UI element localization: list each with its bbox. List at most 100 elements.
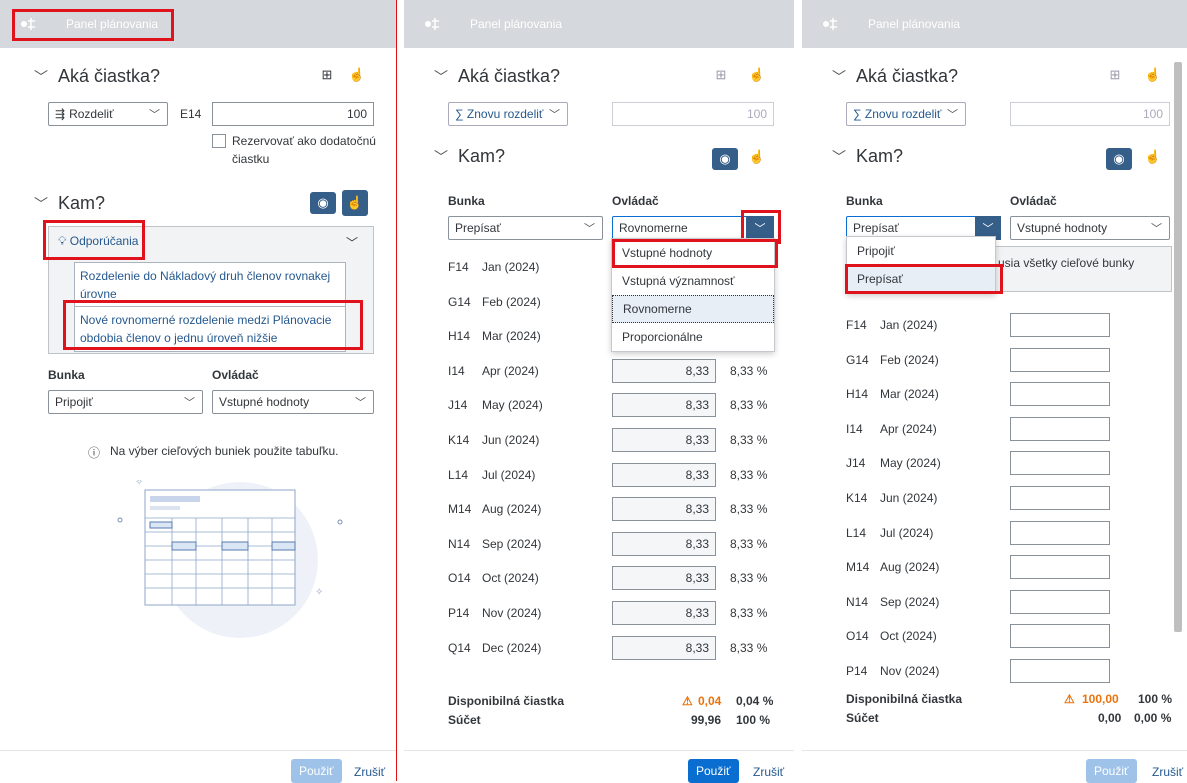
row-cell-ref: H14 xyxy=(846,387,869,402)
menu-item[interactable]: Proporcionálne xyxy=(612,323,774,351)
cancel-button[interactable]: Zrušiť xyxy=(753,765,784,779)
cancel-button[interactable]: Zrušiť xyxy=(354,765,385,779)
scrollbar[interactable] xyxy=(1174,62,1182,632)
amount-input[interactable]: 100 xyxy=(1010,102,1170,126)
row-period: Jul (2024) xyxy=(880,525,934,540)
method-select[interactable]: ⇶ Rozdeliť ﹀ xyxy=(48,102,168,126)
warning-icon: ⚠ xyxy=(682,694,693,708)
row-value-input[interactable]: 8,33 xyxy=(612,393,716,418)
row-cell-ref: O14 xyxy=(448,571,471,586)
row-cell-ref: I14 xyxy=(846,421,863,436)
pointer-icon[interactable]: ☝ xyxy=(342,190,368,216)
row-cell-ref: M14 xyxy=(846,560,870,575)
row-value-input[interactable]: 8,33 xyxy=(612,497,716,522)
section-what[interactable]: ﹀ Aká čiastka? xyxy=(434,66,560,87)
table-icon[interactable]: ⊞ xyxy=(314,64,340,86)
row-value-input[interactable] xyxy=(1010,624,1110,649)
pointer-icon[interactable]: ☝ xyxy=(1140,146,1166,168)
apply-button[interactable]: Použiť xyxy=(688,759,739,783)
row-value-input[interactable] xyxy=(1010,486,1110,510)
row-value-input[interactable] xyxy=(1010,555,1110,580)
cell-label: Bunka xyxy=(448,194,485,208)
table-icon[interactable]: ⊞ xyxy=(1102,64,1128,86)
cell-ref: E14 xyxy=(180,107,202,121)
cell-select[interactable]: Pripojiť ﹀ xyxy=(48,390,203,414)
section-what[interactable]: ﹀ Aká čiastka? xyxy=(34,66,160,87)
section-what[interactable]: ﹀ Aká čiastka? xyxy=(832,66,958,87)
row-period: Oct (2024) xyxy=(482,571,539,586)
menu-item-selected[interactable]: Rovnomerne xyxy=(612,295,774,323)
panel-header: Panel plánovania xyxy=(404,0,794,48)
row-value-input[interactable] xyxy=(1010,382,1110,407)
row-cell-ref: J14 xyxy=(448,398,468,413)
apply-button[interactable]: Použiť xyxy=(1086,759,1137,783)
row-cell-ref: G14 xyxy=(448,294,471,309)
row-value-input[interactable]: 8,33 xyxy=(612,635,716,660)
eye-icon[interactable]: ◉ xyxy=(1106,148,1132,170)
row-pct: 8,33 % xyxy=(730,467,768,482)
row-period: Feb (2024) xyxy=(482,294,541,309)
footer xyxy=(404,750,794,751)
row-cell-ref: F14 xyxy=(846,318,867,332)
row-cell-ref: F14 xyxy=(448,260,469,274)
highlight-box xyxy=(43,220,145,260)
section-title: Kam? xyxy=(458,146,506,166)
row-cell-ref: P14 xyxy=(846,664,868,678)
driver-select[interactable]: Vstupné hodnoty ﹀ xyxy=(212,390,374,414)
row-pct: 8,33 % xyxy=(730,606,768,620)
row-period: Nov (2024) xyxy=(482,606,542,620)
row-value-input[interactable] xyxy=(1010,347,1110,372)
row-value-input[interactable] xyxy=(1010,416,1110,441)
eye-icon[interactable]: ◉ xyxy=(712,148,738,170)
pointer-icon[interactable]: ☝ xyxy=(1140,64,1166,86)
row-value-input[interactable] xyxy=(1010,589,1110,614)
sum-label: Súčet xyxy=(448,713,481,727)
section-title: Kam? xyxy=(58,193,106,213)
available-pct: 100 % xyxy=(1138,692,1173,706)
apply-button[interactable]: Použiť xyxy=(291,759,342,783)
reserve-checkbox[interactable] xyxy=(212,134,226,148)
cancel-button[interactable]: Zrušiť xyxy=(1152,765,1183,779)
section-where[interactable]: ﹀ Kam? xyxy=(434,146,505,167)
row-period: Aug (2024) xyxy=(482,502,542,517)
menu-item[interactable]: Pripojiť xyxy=(847,237,995,265)
available-pct: 0,04 % xyxy=(736,694,774,708)
row-value-input[interactable]: 8,33 xyxy=(612,358,716,383)
pointer-icon[interactable]: ☝ xyxy=(344,64,370,86)
planning-panel-3: Panel plánovania ﹀ Aká čiastka? ⊞ ☝ ∑ Zno… xyxy=(802,0,1187,783)
cell-select[interactable]: Prepísať ﹀ xyxy=(448,216,603,240)
highlight-box xyxy=(63,300,363,350)
row-value-input[interactable]: 8,33 xyxy=(612,566,716,591)
driver-value: Rovnomerne xyxy=(619,221,688,235)
chevron-down-icon[interactable]: ﹀ xyxy=(346,234,358,251)
row-value-input[interactable]: 8,33 xyxy=(612,428,716,452)
method-select[interactable]: ∑ Znovu rozdeliť ﹀ xyxy=(846,102,966,126)
footer xyxy=(0,750,396,751)
amount-input[interactable]: 100 xyxy=(612,102,774,126)
pointer-icon[interactable]: ☝ xyxy=(744,64,770,86)
amount-input[interactable]: 100 xyxy=(212,102,374,126)
pointer-icon[interactable]: ☝ xyxy=(744,146,770,168)
section-where[interactable]: ﹀ Kam? xyxy=(832,146,903,167)
menu-item[interactable]: Vstupná významnosť xyxy=(612,267,774,295)
table-icon[interactable]: ⊞ xyxy=(708,64,734,86)
sum-pct: 100 % xyxy=(736,713,771,727)
row-value-input[interactable] xyxy=(1010,451,1110,476)
svg-text:✧: ✧ xyxy=(135,480,143,488)
highlight-box xyxy=(612,239,778,268)
row-cell-ref: N14 xyxy=(846,594,869,609)
row-value-input[interactable]: 8,33 xyxy=(612,601,716,625)
row-value-input[interactable] xyxy=(1010,313,1110,337)
row-value-input[interactable] xyxy=(1010,520,1110,545)
row-value-input[interactable]: 8,33 xyxy=(612,531,716,556)
driver-label: Ovládač xyxy=(1010,194,1057,208)
eye-icon[interactable]: ◉ xyxy=(310,192,336,214)
row-value-input[interactable] xyxy=(1010,659,1110,683)
row-value-input[interactable]: 8,33 xyxy=(612,462,716,487)
driver-select[interactable]: Vstupné hodnoty ﹀ xyxy=(1010,216,1170,240)
cell-label: Bunka xyxy=(48,368,85,382)
distribute-icon: ⇶ xyxy=(55,107,66,121)
section-where[interactable]: ﹀ Kam? xyxy=(34,193,105,214)
method-select[interactable]: ∑ Znovu rozdeliť ﹀ xyxy=(448,102,568,126)
row-period: Sep (2024) xyxy=(482,536,542,551)
